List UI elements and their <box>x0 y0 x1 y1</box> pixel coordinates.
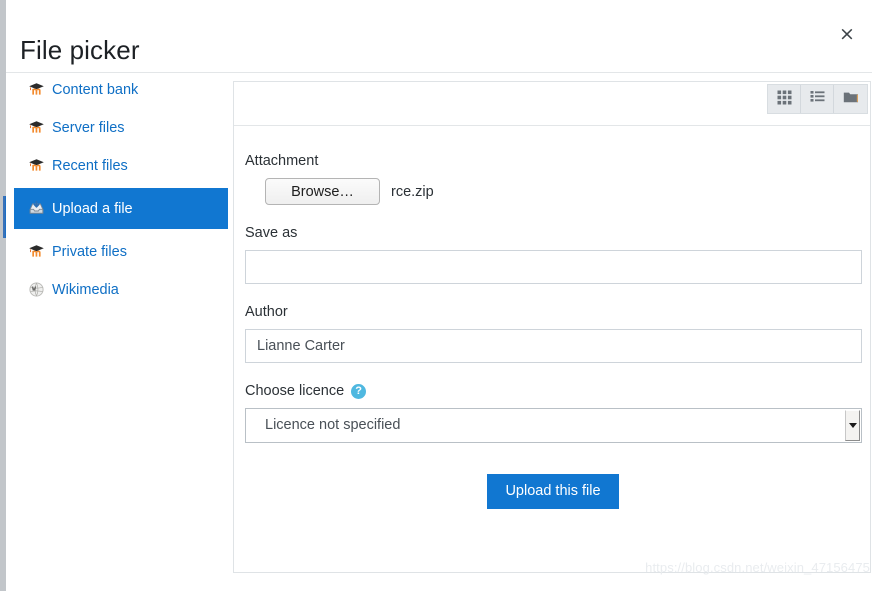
panel-toolbar <box>234 82 870 126</box>
sidebar-item-recent-files[interactable]: Recent files <box>8 150 228 181</box>
licence-select[interactable]: Licence not specified <box>245 408 862 443</box>
sidebar-item-private-files[interactable]: Private files <box>8 236 228 267</box>
author-label: Author <box>245 304 861 320</box>
upload-this-file-button[interactable]: Upload this file <box>487 474 618 509</box>
moodle-logo-icon <box>28 119 45 136</box>
close-icon: × <box>839 25 855 44</box>
attachment-field: Attachment Browse… rce.zip <box>245 153 861 205</box>
licence-label-row: Choose licence ? <box>245 383 861 399</box>
save-as-input[interactable] <box>245 250 862 284</box>
sidebar-item-label: Private files <box>52 244 127 260</box>
page-title: File picker <box>20 35 140 66</box>
grid-icon <box>777 90 792 108</box>
sidebar-item-label: Content bank <box>52 82 138 98</box>
repository-sidebar: Content bank Server files Recent fil <box>6 74 228 591</box>
moodle-logo-icon <box>28 157 45 174</box>
close-button[interactable]: × <box>832 19 862 49</box>
submit-row: Upload this file <box>245 474 861 509</box>
sidebar-item-wikimedia[interactable]: Wikimedia <box>8 274 228 305</box>
upload-file-form: Attachment Browse… rce.zip Save as Autho… <box>234 126 870 509</box>
licence-label: Choose licence <box>245 383 344 399</box>
dialog-header: File picker × <box>6 0 872 73</box>
wikipedia-globe-icon <box>28 281 45 298</box>
attachment-row: Browse… rce.zip <box>245 178 861 205</box>
sidebar-item-content-bank[interactable]: Content bank <box>8 74 228 105</box>
sidebar-item-label: Recent files <box>52 158 128 174</box>
chevron-down-icon[interactable] <box>845 410 860 441</box>
sidebar-item-server-files[interactable]: Server files <box>8 112 228 143</box>
list-icon <box>810 90 825 108</box>
licence-selected-value: Licence not specified <box>265 417 400 433</box>
grid-view-button[interactable] <box>768 85 801 113</box>
attachment-filename: rce.zip <box>391 184 434 200</box>
upload-tray-icon <box>28 200 45 217</box>
sidebar-item-label: Server files <box>52 120 125 136</box>
view-mode-toggle-group <box>767 84 868 114</box>
sidebar-item-label: Upload a file <box>52 201 133 217</box>
save-as-label: Save as <box>245 225 861 241</box>
save-as-field: Save as <box>245 225 861 284</box>
tree-view-button[interactable] <box>834 85 867 113</box>
author-field: Author <box>245 304 861 363</box>
list-view-button[interactable] <box>801 85 834 113</box>
file-picker-dialog: File picker × Content bank <box>6 0 872 591</box>
sidebar-item-label: Wikimedia <box>52 282 119 298</box>
browse-button[interactable]: Browse… <box>265 178 380 205</box>
moodle-logo-icon <box>28 243 45 260</box>
attachment-label: Attachment <box>245 153 861 169</box>
sidebar-item-upload-a-file[interactable]: Upload a file <box>14 188 228 229</box>
moodle-logo-icon <box>28 81 45 98</box>
author-input[interactable] <box>245 329 862 363</box>
file-picker-content-panel: Attachment Browse… rce.zip Save as Autho… <box>233 81 871 573</box>
licence-field: Choose licence ? Licence not specified <box>245 383 861 443</box>
help-circle-icon[interactable]: ? <box>351 384 366 399</box>
folder-icon <box>843 90 859 108</box>
